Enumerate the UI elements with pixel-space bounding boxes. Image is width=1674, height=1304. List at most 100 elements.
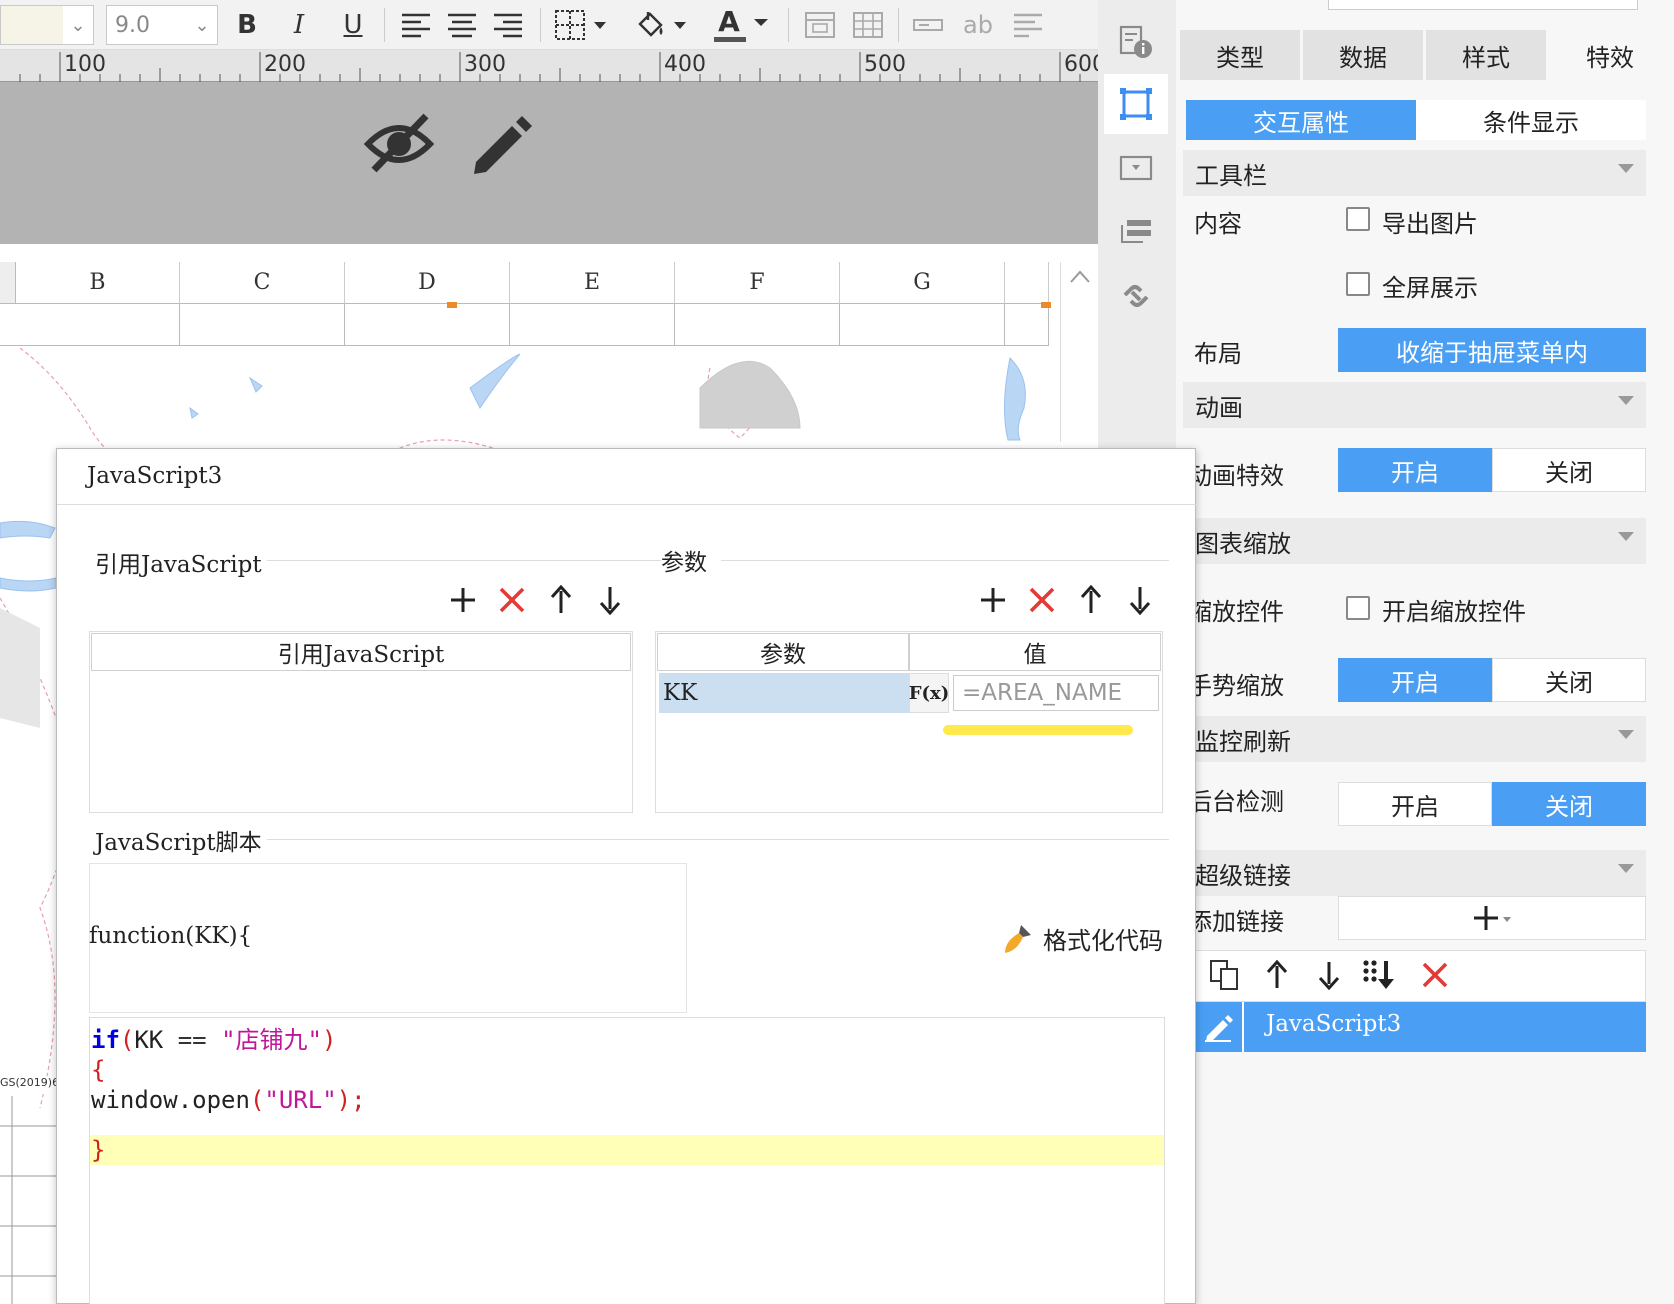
sheet-cell[interactable] [675, 304, 840, 346]
param-delete-icon[interactable] [1025, 583, 1059, 617]
link-chain-icon[interactable] [1104, 266, 1168, 326]
refresh-off-button[interactable]: 关闭 [1492, 782, 1646, 826]
tab-type[interactable]: 类型 [1180, 30, 1300, 80]
code-line-2: { [91, 1056, 106, 1084]
delete-link-icon[interactable] [1418, 958, 1452, 992]
group-line [267, 839, 1169, 840]
param-move-down-icon[interactable] [1123, 583, 1157, 617]
sheet-cell[interactable] [510, 304, 675, 346]
toolbar-divider [788, 8, 789, 42]
format-code-button[interactable]: 格式化代码 [1001, 921, 1163, 956]
ref-move-down-icon[interactable] [593, 583, 627, 617]
column-header-g[interactable]: G [840, 262, 1005, 304]
zoom-control-checkbox[interactable] [1346, 596, 1370, 620]
sheet-cell[interactable] [1005, 304, 1049, 346]
collapse-arrow-icon [1618, 532, 1634, 541]
refresh-on-button[interactable]: 开启 [1338, 782, 1492, 826]
bold-button[interactable]: B [232, 6, 262, 44]
column-header-d[interactable]: D [345, 262, 510, 304]
param-name-cell[interactable]: KK [659, 673, 909, 713]
dropdown-widget-icon[interactable] [1104, 138, 1168, 198]
link-item-label: JavaScript3 [1266, 1011, 1402, 1037]
move-up-icon[interactable] [1260, 958, 1294, 992]
fullscreen-checkbox[interactable] [1346, 272, 1370, 296]
textfield-icon[interactable] [910, 6, 946, 44]
component-frame-icon[interactable] [1104, 74, 1168, 134]
sort-down-icon[interactable] [1362, 958, 1396, 992]
sheet-cell[interactable] [840, 304, 1005, 346]
column-header-b[interactable]: B [16, 262, 180, 304]
copy-icon[interactable] [1208, 958, 1242, 992]
row-header-corner [0, 262, 16, 304]
section-hyperlink[interactable]: 超级链接 [1183, 850, 1646, 896]
widget-info-icon[interactable] [1104, 12, 1168, 72]
label-ab-button[interactable]: ab [958, 6, 998, 44]
toolbar-divider [384, 8, 385, 42]
tab-data[interactable]: 数据 [1303, 30, 1423, 80]
animation-off-button[interactable]: 关闭 [1492, 448, 1646, 492]
add-link-label: 添加链接 [1188, 908, 1284, 936]
top-input-fragment[interactable] [1328, 0, 1638, 10]
table-icon[interactable] [850, 6, 886, 44]
italic-button[interactable]: I [284, 6, 314, 44]
export-image-checkbox[interactable] [1346, 207, 1370, 231]
sheet-cell[interactable] [180, 304, 345, 346]
column-header-c[interactable]: C [180, 262, 345, 304]
chevron-down-icon[interactable]: ⌄ [187, 6, 217, 44]
paragraph-icon[interactable] [1010, 6, 1046, 44]
tab-effects[interactable]: 特效 [1549, 30, 1671, 80]
layer-list-icon[interactable] [1104, 202, 1168, 262]
align-left-icon[interactable] [398, 6, 434, 44]
align-center-icon[interactable] [444, 6, 480, 44]
layout-label: 布局 [1194, 340, 1242, 368]
tab-style[interactable]: 样式 [1426, 30, 1546, 80]
move-down-icon[interactable] [1312, 958, 1346, 992]
fill-color-icon[interactable] [632, 6, 696, 44]
section-toolbar[interactable]: 工具栏 [1183, 150, 1646, 196]
hide-eye-icon[interactable] [362, 110, 436, 176]
ref-group-title: 引用JavaScript [95, 552, 262, 578]
animation-on-button[interactable]: 开启 [1338, 448, 1492, 492]
chevron-down-icon[interactable]: ⌄ [63, 6, 93, 44]
font-name-combo[interactable]: ⌄ [0, 5, 94, 45]
section-chart-zoom[interactable]: 图表缩放 [1183, 518, 1646, 564]
ref-add-icon[interactable] [446, 583, 480, 617]
param-move-up-icon[interactable] [1074, 583, 1108, 617]
subtab-interaction[interactable]: 交互属性 [1186, 100, 1416, 140]
ref-move-up-icon[interactable] [544, 583, 578, 617]
sheet-cell[interactable] [345, 304, 510, 346]
column-header-e[interactable]: E [510, 262, 675, 304]
sheet-cell[interactable] [0, 304, 180, 346]
param-value-input[interactable]: =AREA_NAME [953, 675, 1159, 711]
add-link-button[interactable] [1338, 896, 1646, 940]
toolbar-divider [898, 8, 899, 42]
link-list-item[interactable]: JavaScript3 [1194, 1002, 1646, 1052]
underline-button[interactable]: U [338, 6, 368, 44]
broom-icon [1005, 924, 1031, 953]
param-add-icon[interactable] [976, 583, 1010, 617]
ref-delete-icon[interactable] [495, 583, 529, 617]
formula-button[interactable]: F(x) [909, 673, 949, 713]
highlight-marker [943, 725, 1133, 735]
section-monitor-refresh[interactable]: 监控刷新 [1183, 716, 1646, 762]
sheet-grid-fragment [0, 1096, 60, 1304]
subtab-condition[interactable]: 条件显示 [1416, 100, 1646, 140]
background-check-label: 后台检测 [1188, 788, 1284, 816]
cell-icon[interactable] [802, 6, 838, 44]
section-animation[interactable]: 动画 [1183, 382, 1646, 428]
link-edit-icon[interactable] [1194, 1002, 1244, 1052]
gesture-off-button[interactable]: 关闭 [1492, 658, 1646, 702]
column-marker [447, 302, 457, 308]
border-icon[interactable] [552, 6, 616, 44]
layout-select[interactable]: 收缩于抽屉菜单内 [1338, 328, 1646, 372]
text-color-icon[interactable]: A [710, 6, 776, 44]
value-col-header: 值 [909, 633, 1161, 671]
edit-pencil-icon[interactable] [466, 110, 532, 176]
font-size-combo[interactable]: 9.0 ⌄ [106, 5, 218, 45]
gesture-on-button[interactable]: 开启 [1338, 658, 1492, 702]
dialog-title: JavaScript3 [87, 463, 223, 489]
align-right-icon[interactable] [490, 6, 526, 44]
param-group-title: 参数 [661, 550, 707, 576]
column-header-f[interactable]: F [675, 262, 840, 304]
ruler-ticks [19, 52, 1081, 82]
